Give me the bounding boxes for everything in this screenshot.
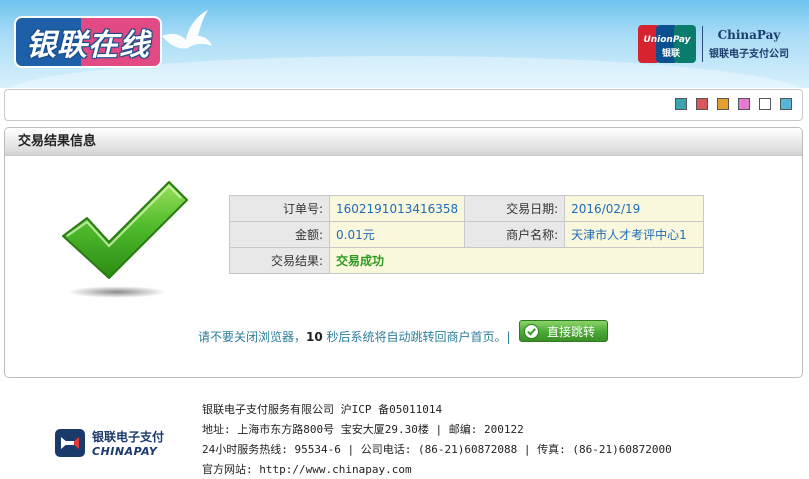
check-circle-icon <box>524 323 539 339</box>
chinapay-emblem-icon <box>55 429 85 457</box>
result-value: 交易成功 <box>329 247 704 274</box>
footer-company: 银联电子支付服务有限公司 沪ICP 备05011014 <box>202 403 443 416</box>
chinapay-footer-logo: 银联电子支付 CHINAPAY <box>54 428 164 458</box>
redirect-seconds: 10 <box>306 330 323 344</box>
order-no-value: 1602191013416358 <box>328 195 466 222</box>
redirect-message: 请不要关闭浏览器，10 秒后系统将自动跳转回商户首页。| <box>198 328 511 345</box>
table-row: 金额: 0.01元 商户名称: 天津市人才考评中心1 <box>229 221 704 248</box>
date-value: 2016/02/19 <box>564 195 704 222</box>
direct-redirect-label: 直接跳转 <box>547 324 596 339</box>
logo-divider <box>702 26 703 62</box>
theme-swatch-pink[interactable] <box>738 98 750 110</box>
footer-logo-cn: 银联电子支付 <box>92 430 165 444</box>
result-label: 交易结果: <box>229 247 330 274</box>
unionpay-en-text: UnionPay <box>643 35 691 45</box>
panel-title: 交易结果信息 <box>5 128 802 156</box>
result-table: 订单号: 1602191013416358 交易日期: 2016/02/19 金… <box>229 195 704 274</box>
table-row: 交易结果: 交易成功 <box>229 247 704 274</box>
page-header: 银联在线 UnionPay 银联 ChinaPay 银联电子支付公司 <box>0 0 809 88</box>
checkmark-shadow <box>67 286 167 298</box>
amount-value: 0.01元 <box>328 221 466 248</box>
page-footer: 银联电子支付 CHINAPAY 银联电子支付服务有限公司 沪ICP 备05011… <box>0 384 809 479</box>
order-no-label: 订单号: <box>229 195 330 222</box>
footer-contact: 24小时服务热线: 95534-6 | 公司电话: (86-21)6087208… <box>202 443 672 456</box>
unionpay-cn-text: 银联 <box>662 47 681 59</box>
logo-text: 银联在线 <box>14 16 162 68</box>
redirect-prefix: 请不要关闭浏览器， <box>198 330 307 344</box>
unionpay-icon: UnionPay 银联 <box>638 25 696 63</box>
amount-label: 金额: <box>229 221 330 248</box>
checkmark-success-icon <box>62 181 188 279</box>
direct-redirect-button[interactable]: 直接跳转 <box>519 320 608 342</box>
footer-logo-en: CHINAPAY <box>92 445 158 458</box>
yinlian-online-logo: 银联在线 <box>14 16 162 68</box>
footer-address: 地址: 上海市东方路800号 宝安大厦29.30楼 | 邮编: 200122 <box>202 423 524 436</box>
redirect-suffix: 秒后系统将自动跳转回商户首页。| <box>322 330 511 344</box>
merchant-value: 天津市人才考评中心1 <box>564 221 704 248</box>
chinapay-en-text: ChinaPay <box>717 28 781 42</box>
dove-icon <box>162 10 212 49</box>
chinapay-logo: UnionPay 银联 ChinaPay 银联电子支付公司 <box>638 22 789 66</box>
theme-toolbar <box>4 89 803 121</box>
theme-swatch-blue[interactable] <box>780 98 792 110</box>
theme-swatch-teal[interactable] <box>675 98 687 110</box>
footer-info: 银联电子支付服务有限公司 沪ICP 备05011014 地址: 上海市东方路80… <box>202 400 672 479</box>
date-label: 交易日期: <box>464 195 566 222</box>
theme-swatch-white[interactable] <box>759 98 771 110</box>
transaction-result-panel: 交易结果信息 订单号: 1602191013416358 交易日期: 2016/… <box>4 127 803 378</box>
footer-website[interactable]: 官方网站: http://www.chinapay.com <box>202 460 672 479</box>
theme-swatches <box>675 98 792 110</box>
theme-swatch-orange[interactable] <box>717 98 729 110</box>
theme-swatch-red[interactable] <box>696 98 708 110</box>
chinapay-cn-text: 银联电子支付公司 <box>709 49 789 60</box>
table-row: 订单号: 1602191013416358 交易日期: 2016/02/19 <box>229 195 704 222</box>
merchant-label: 商户名称: <box>464 221 566 248</box>
